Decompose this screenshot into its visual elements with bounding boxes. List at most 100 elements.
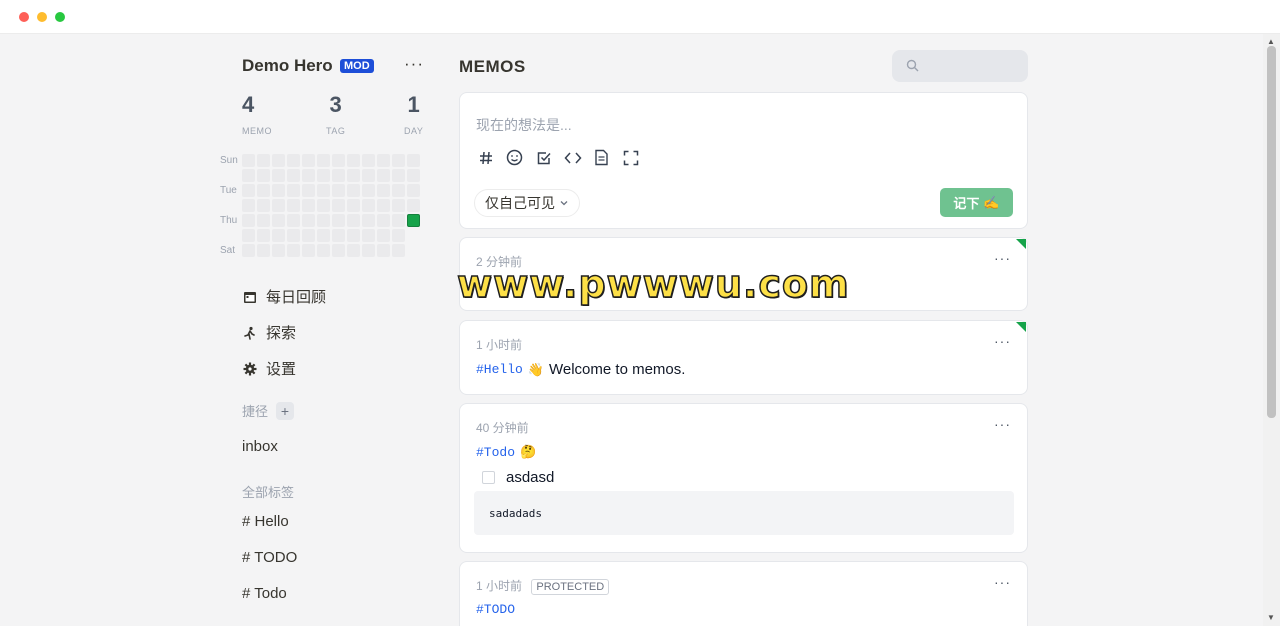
nav-explore-label: 探索 xyxy=(266,325,297,342)
day-label-sat: Sat xyxy=(220,245,236,256)
memo-time: 1 小时前 xyxy=(476,338,523,352)
nav-daily-review-label: 每日回顾 xyxy=(266,289,327,306)
scrollbar[interactable]: ▲ ▼ xyxy=(1263,34,1280,626)
tag-item-todo-upper[interactable]: # TODO xyxy=(242,549,297,566)
tags-header: 全部标签 xyxy=(242,485,295,500)
heatmap-cell xyxy=(377,199,390,212)
save-memo-button[interactable]: 记下 ✍️ xyxy=(940,188,1013,217)
heatmap-cell xyxy=(272,229,285,242)
task-checkbox[interactable] xyxy=(482,471,495,484)
heatmap-cell xyxy=(392,214,405,227)
save-label: 记下 xyxy=(953,196,980,211)
heatmap-cell xyxy=(377,169,390,182)
memo-more-button[interactable]: ··· xyxy=(994,574,1011,590)
tag-item-todo[interactable]: # Todo xyxy=(242,585,287,602)
hash-tag-icon[interactable] xyxy=(476,148,495,167)
heatmap-cell xyxy=(257,154,270,167)
heatmap-cell xyxy=(287,154,300,167)
writing-hand-icon: ✍️ xyxy=(983,194,1000,210)
heatmap-cell xyxy=(332,244,345,257)
activity-heatmap xyxy=(242,154,420,257)
heatmap-cell xyxy=(257,184,270,197)
heatmap-cell xyxy=(347,229,360,242)
heatmap-cell xyxy=(242,154,255,167)
heatmap-cell xyxy=(287,214,300,227)
task-text: asdasd xyxy=(506,469,555,486)
memo-more-button[interactable]: ··· xyxy=(994,333,1011,349)
memo-card: 1 小时前 PROTECTED ··· #TODO xyxy=(459,561,1028,626)
heatmap-cell xyxy=(242,169,255,182)
heatmap-cell xyxy=(317,169,330,182)
stat-day: 1 DAY xyxy=(404,92,423,136)
stat-tag-value: 3 xyxy=(329,92,342,117)
memo-more-button[interactable]: ··· xyxy=(994,250,1011,266)
watermark-text: www.pwwwu.com xyxy=(456,261,850,307)
heatmap-cell xyxy=(317,229,330,242)
heatmap-cell xyxy=(332,154,345,167)
minimize-window-button[interactable] xyxy=(37,12,47,22)
heatmap-cell xyxy=(287,184,300,197)
shortcut-inbox[interactable]: inbox xyxy=(242,438,278,455)
memo-tag[interactable]: #Todo xyxy=(476,445,515,460)
stat-day-value: 1 xyxy=(407,92,420,117)
heatmap-cell xyxy=(302,199,315,212)
heatmap-cell xyxy=(332,169,345,182)
heatmap-cell xyxy=(347,169,360,182)
day-label-tue: Tue xyxy=(220,185,237,196)
heatmap-cell xyxy=(272,184,285,197)
stat-memo-value: 4 xyxy=(242,92,255,117)
heatmap-cell xyxy=(362,199,375,212)
heatmap-cell xyxy=(332,214,345,227)
user-name[interactable]: Demo Hero xyxy=(242,56,333,76)
thinking-icon: 🤔 xyxy=(520,444,537,459)
heatmap-cell xyxy=(242,214,255,227)
checkbox-icon[interactable] xyxy=(534,148,553,167)
memo-tag[interactable]: #TODO xyxy=(476,602,515,617)
memo-more-button[interactable]: ··· xyxy=(994,416,1011,432)
heatmap-cell xyxy=(242,199,255,212)
heatmap-cell xyxy=(407,154,420,167)
memo-content: #Hello 👋 Welcome to memos. xyxy=(476,361,685,378)
tag-item-hello[interactable]: # Hello xyxy=(242,513,289,530)
maximize-window-button[interactable] xyxy=(55,12,65,22)
code-icon[interactable] xyxy=(563,148,582,167)
heatmap-cell xyxy=(257,199,270,212)
heatmap-cell xyxy=(317,214,330,227)
memo-tag[interactable]: #Hello xyxy=(476,362,523,377)
pinned-corner-icon xyxy=(1016,322,1026,332)
heatmap-cell xyxy=(362,154,375,167)
heatmap-cell xyxy=(377,214,390,227)
heatmap-cell xyxy=(392,244,405,257)
add-shortcut-button[interactable]: + xyxy=(276,401,295,420)
file-icon[interactable] xyxy=(592,148,611,167)
heatmap-cell xyxy=(302,214,315,227)
editor-input[interactable]: 现在的想法是... xyxy=(476,115,572,135)
user-menu-button[interactable]: ··· xyxy=(404,54,424,74)
search-input[interactable] xyxy=(892,50,1028,82)
heatmap-cell xyxy=(347,214,360,227)
nav-daily-review[interactable]: 每日回顾 xyxy=(242,286,326,307)
heatmap-cell xyxy=(272,169,285,182)
fullscreen-icon[interactable] xyxy=(621,148,640,167)
heatmap-cell xyxy=(347,154,360,167)
heatmap-cell xyxy=(317,184,330,197)
scroll-down-icon[interactable]: ▼ xyxy=(1267,613,1275,622)
heatmap-cell xyxy=(362,214,375,227)
nav-settings[interactable]: 设置 xyxy=(242,358,296,379)
chevron-down-icon xyxy=(559,195,569,211)
shortcuts-header: 捷径 + xyxy=(242,401,295,420)
scroll-up-icon[interactable]: ▲ xyxy=(1267,37,1275,46)
visibility-selector[interactable]: 仅自己可见 xyxy=(474,189,580,217)
heatmap-cell xyxy=(272,154,285,167)
nav-explore[interactable]: 探索 xyxy=(242,322,296,343)
close-window-button[interactable] xyxy=(19,12,29,22)
heatmap-cell xyxy=(242,229,255,242)
heatmap-cell xyxy=(362,184,375,197)
scrollbar-thumb[interactable] xyxy=(1267,46,1276,418)
sidebar: Demo Hero MOD ··· 4 MEMO 3 TAG 1 DAY Sun… xyxy=(220,34,440,626)
emoji-icon[interactable] xyxy=(505,148,524,167)
task-item: asdasd xyxy=(482,469,554,486)
heatmap-cell xyxy=(347,244,360,257)
heatmap-cell xyxy=(347,184,360,197)
heatmap-cell xyxy=(407,229,420,242)
